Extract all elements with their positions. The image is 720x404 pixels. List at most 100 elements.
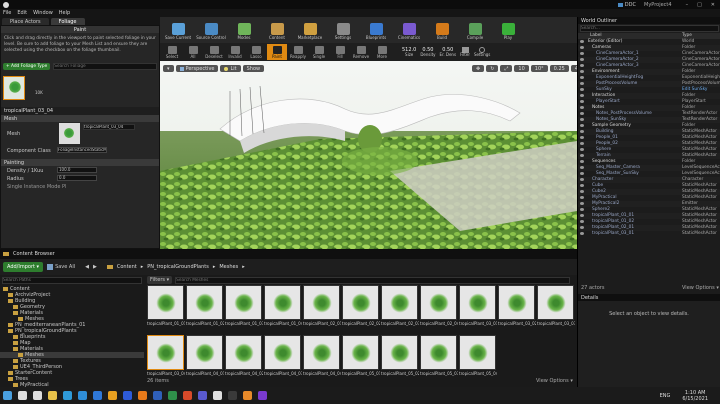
tool-all[interactable]: All xyxy=(183,44,203,60)
search-icon[interactable] xyxy=(18,391,27,400)
settings-button[interactable]: Settings xyxy=(327,18,359,42)
back-icon[interactable]: ◀ xyxy=(85,264,89,270)
tool-select[interactable]: Select xyxy=(162,44,182,60)
angle-snap-button[interactable]: 10° xyxy=(530,65,548,72)
clock[interactable]: 1:10 AM 6/15/2021 xyxy=(682,390,708,402)
foliage-search-input[interactable] xyxy=(53,63,157,71)
compile-button[interactable]: Compile xyxy=(459,18,491,42)
label-column-header[interactable]: Label xyxy=(590,33,602,38)
asset-search-input[interactable] xyxy=(175,276,571,284)
add-import-button[interactable]: Add/Import ▾ xyxy=(3,262,44,272)
chrome-icon[interactable] xyxy=(108,391,117,400)
asset-thumbnail[interactable] xyxy=(303,335,340,370)
visibility-eye-icon[interactable] xyxy=(580,118,584,121)
visibility-eye-icon[interactable] xyxy=(580,220,584,223)
density-input[interactable]: 100.0 xyxy=(57,167,97,174)
close-icon[interactable]: ✕ xyxy=(711,2,715,8)
marketplace-button[interactable]: Marketplace xyxy=(294,18,326,42)
rotate-icon[interactable]: ↻ xyxy=(486,65,499,72)
visibility-eye-icon[interactable] xyxy=(580,136,584,139)
obs-icon[interactable] xyxy=(228,391,237,400)
outliner-row[interactable]: tropicalPlant_03_01 StaticMeshActor xyxy=(578,231,720,237)
outliner-search-input[interactable] xyxy=(580,25,719,32)
visibility-eye-icon[interactable] xyxy=(580,106,584,109)
excel-icon[interactable] xyxy=(168,391,177,400)
tool-paint[interactable]: Paint xyxy=(267,44,287,60)
breadcrumb-item[interactable]: PN_tropicalGroundPlants xyxy=(147,264,209,270)
visibility-eye-icon[interactable] xyxy=(580,58,584,61)
erase-density-setting[interactable]: 0.50 Er. Dens xyxy=(440,47,457,58)
visibility-eye-icon[interactable] xyxy=(580,154,584,157)
save-current-button[interactable]: Save Current xyxy=(162,18,194,42)
visibility-eye-icon[interactable] xyxy=(580,178,584,181)
show-button[interactable]: Show xyxy=(242,65,265,72)
type-column-header[interactable]: Type xyxy=(682,33,692,38)
actor-type[interactable]: Edit SunSky xyxy=(682,87,707,92)
outliner-title[interactable]: World Outliner xyxy=(581,18,617,24)
tool-single[interactable]: Single xyxy=(309,44,329,60)
asset-thumbnail[interactable] xyxy=(381,285,418,320)
asset-thumbnail[interactable] xyxy=(381,335,418,370)
perspective-button[interactable]: Perspective xyxy=(175,65,219,72)
menu-edit[interactable]: Edit xyxy=(17,10,27,16)
visibility-eye-icon[interactable] xyxy=(580,100,584,103)
save-all-button[interactable]: Save All xyxy=(47,264,75,270)
tool-invalid[interactable]: Invalid xyxy=(225,44,245,60)
asset-thumbnail[interactable] xyxy=(537,285,574,320)
blueprints-button[interactable]: Blueprints xyxy=(360,18,392,42)
asset-thumbnail[interactable] xyxy=(186,335,223,370)
modes-button[interactable]: Modes xyxy=(228,18,260,42)
build-button[interactable]: Build xyxy=(426,18,458,42)
taskview-icon[interactable] xyxy=(33,391,42,400)
visibility-eye-icon[interactable] xyxy=(580,46,584,49)
details-title[interactable]: Details xyxy=(581,295,598,301)
scale-snap-button[interactable]: 0.25 xyxy=(549,65,569,72)
view-options-button[interactable]: View Options ▾ xyxy=(536,378,573,384)
visibility-eye-icon[interactable] xyxy=(580,40,584,43)
mesh-section-header[interactable]: Mesh xyxy=(1,115,159,123)
mesh-value-field[interactable]: tropicalPlant_03_04 xyxy=(83,124,135,131)
visibility-eye-icon[interactable] xyxy=(580,76,584,79)
scale-icon[interactable]: ⤢ xyxy=(500,65,513,72)
asset-thumbnail[interactable] xyxy=(264,335,301,370)
windows-icon[interactable] xyxy=(3,391,12,400)
asset-thumbnail[interactable] xyxy=(459,335,496,370)
powerpoint-icon[interactable] xyxy=(183,391,192,400)
visibility-eye-icon[interactable] xyxy=(580,226,584,229)
illustrator-icon[interactable] xyxy=(138,391,147,400)
add-foliage-type-button[interactable]: + Add Foliage Type xyxy=(3,63,51,71)
blender-icon[interactable] xyxy=(243,391,252,400)
grid-snap-button[interactable]: 10 xyxy=(514,65,529,72)
path-search-input[interactable] xyxy=(2,277,142,284)
maximize-icon[interactable]: □ xyxy=(697,2,702,8)
radius-input[interactable]: 0.0 xyxy=(57,175,97,182)
asset-thumbnail[interactable] xyxy=(498,285,535,320)
visibility-eye-icon[interactable] xyxy=(580,166,584,169)
foliage-type-thumbnail[interactable] xyxy=(3,76,25,101)
visibility-eye-icon[interactable] xyxy=(580,88,584,91)
breadcrumb-item[interactable]: Content xyxy=(117,264,137,270)
language-indicator[interactable]: ENG xyxy=(660,393,671,399)
tool-remove[interactable]: Remove xyxy=(351,44,371,60)
edge-icon[interactable] xyxy=(63,391,72,400)
visibility-eye-icon[interactable] xyxy=(580,112,584,115)
asset-thumbnail[interactable] xyxy=(147,335,184,370)
ddc-indicator[interactable]: DDC xyxy=(617,2,636,8)
asset-thumbnail[interactable] xyxy=(420,335,457,370)
visibility-eye-icon[interactable] xyxy=(580,172,584,175)
visibility-eye-icon[interactable] xyxy=(580,148,584,151)
minimize-icon[interactable]: – xyxy=(686,2,689,8)
tool-deselect[interactable]: Deselect xyxy=(204,44,224,60)
visibility-eye-icon[interactable] xyxy=(580,70,584,73)
menu-help[interactable]: Help xyxy=(59,10,70,16)
word-icon[interactable] xyxy=(153,391,162,400)
filters-button[interactable]: Filters ▾ xyxy=(147,276,173,284)
settings-button[interactable]: Settings xyxy=(474,46,490,58)
tab-place-actors[interactable]: Place Actors xyxy=(2,18,49,25)
lit-button[interactable]: Lit xyxy=(220,65,241,72)
paint-mode-header[interactable]: Paint xyxy=(1,26,159,33)
asset-thumbnail[interactable] xyxy=(342,285,379,320)
content-browser-title[interactable]: Content Browser xyxy=(13,251,55,257)
asset-thumbnail[interactable] xyxy=(342,335,379,370)
level-viewport[interactable]: ▾ Perspective Lit Show ✥ ↻ ⤢ 10 10° 0.25… xyxy=(160,61,577,249)
